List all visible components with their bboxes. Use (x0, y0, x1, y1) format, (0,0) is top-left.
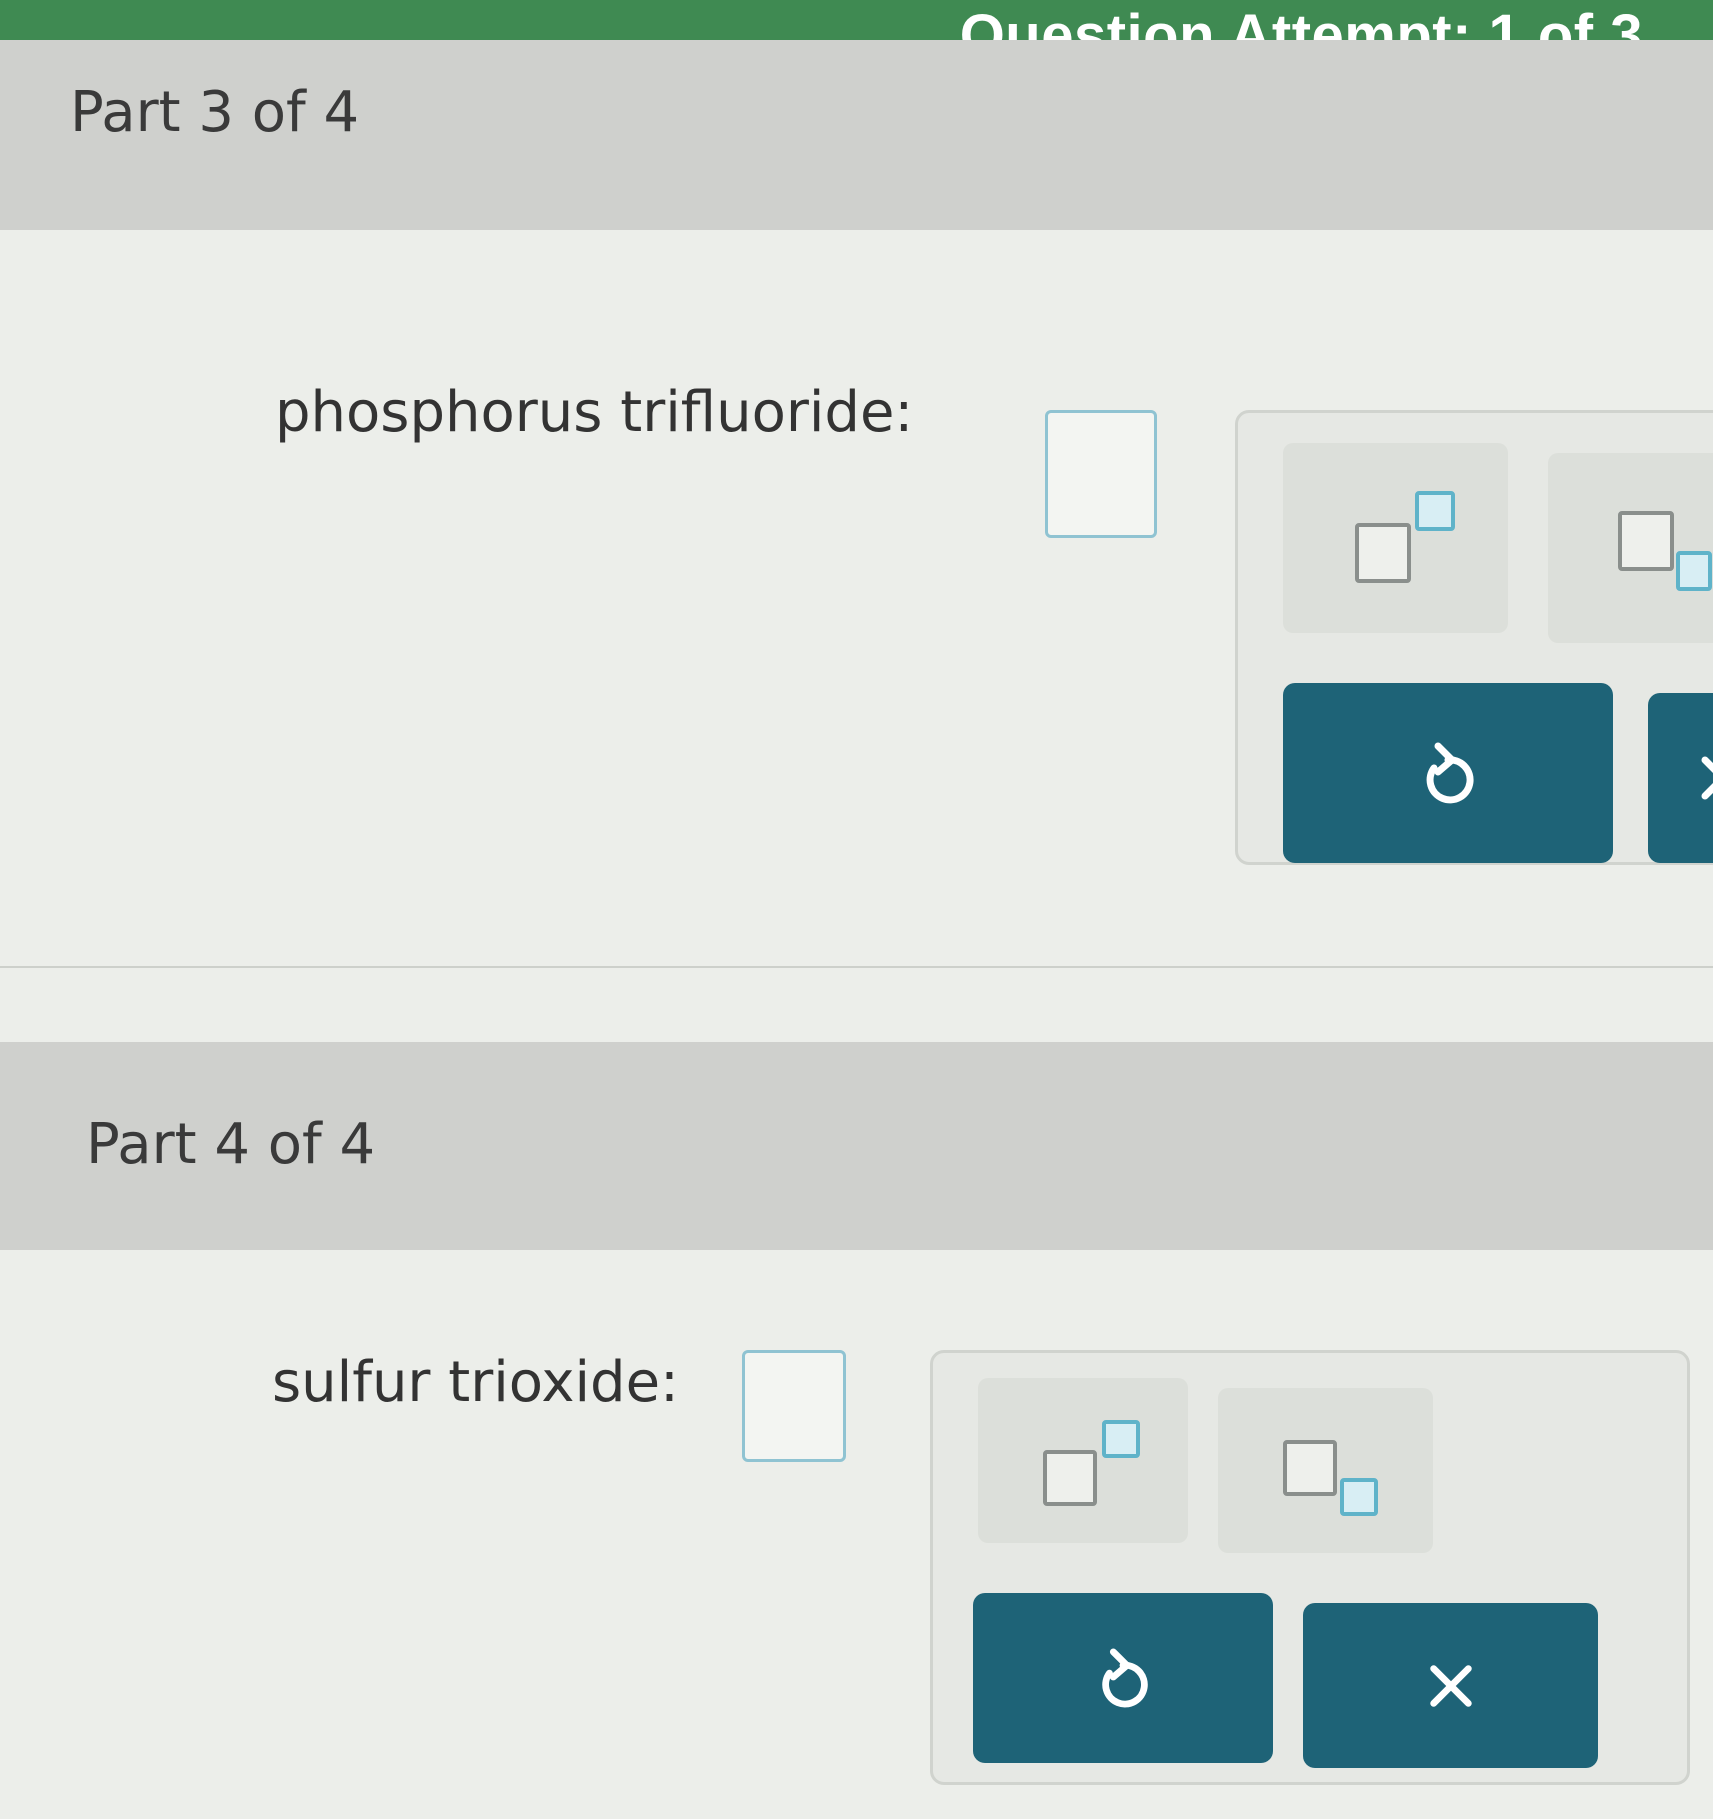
subscript-index-icon (1340, 1478, 1378, 1516)
undo-icon (1102, 1648, 1148, 1708)
part-3-question-label: phosphorus trifluoride: (275, 380, 914, 445)
part-3-palette-clip (1235, 410, 1713, 880)
part-divider (0, 966, 1713, 968)
undo-button[interactable] (1283, 683, 1613, 863)
superscript-base-icon (1043, 1450, 1097, 1506)
subscript-button[interactable] (1548, 453, 1713, 643)
part-3-answer-input[interactable] (1045, 410, 1157, 538)
clear-icon (1701, 756, 1713, 800)
part-3-formula-palette (1235, 410, 1713, 865)
clear-button[interactable] (1303, 1603, 1598, 1768)
part-3-title: Part 3 of 4 (70, 80, 360, 145)
undo-icon (1426, 742, 1474, 804)
part-4-body: sulfur trioxide: (0, 1250, 1713, 1819)
superscript-exponent-icon (1102, 1420, 1140, 1458)
superscript-base-icon (1355, 523, 1411, 583)
subscript-base-icon (1283, 1440, 1337, 1496)
subscript-base-icon (1618, 511, 1674, 571)
part-4-question-label: sulfur trioxide: (272, 1350, 679, 1415)
subscript-button[interactable] (1218, 1388, 1433, 1553)
clear-icon (1429, 1664, 1472, 1707)
superscript-button[interactable] (978, 1378, 1188, 1543)
superscript-exponent-icon (1415, 491, 1455, 531)
part-4-header: Part 4 of 4 (0, 1042, 1713, 1277)
superscript-button[interactable] (1283, 443, 1508, 633)
part-3-body: phosphorus trifluoride: (0, 230, 1713, 1042)
part-4-formula-palette (930, 1350, 1690, 1785)
subscript-index-icon (1676, 551, 1712, 591)
part-4-title: Part 4 of 4 (86, 1112, 376, 1177)
clear-button[interactable] (1648, 693, 1713, 863)
undo-button[interactable] (973, 1593, 1273, 1763)
part-4-answer-input[interactable] (742, 1350, 846, 1462)
